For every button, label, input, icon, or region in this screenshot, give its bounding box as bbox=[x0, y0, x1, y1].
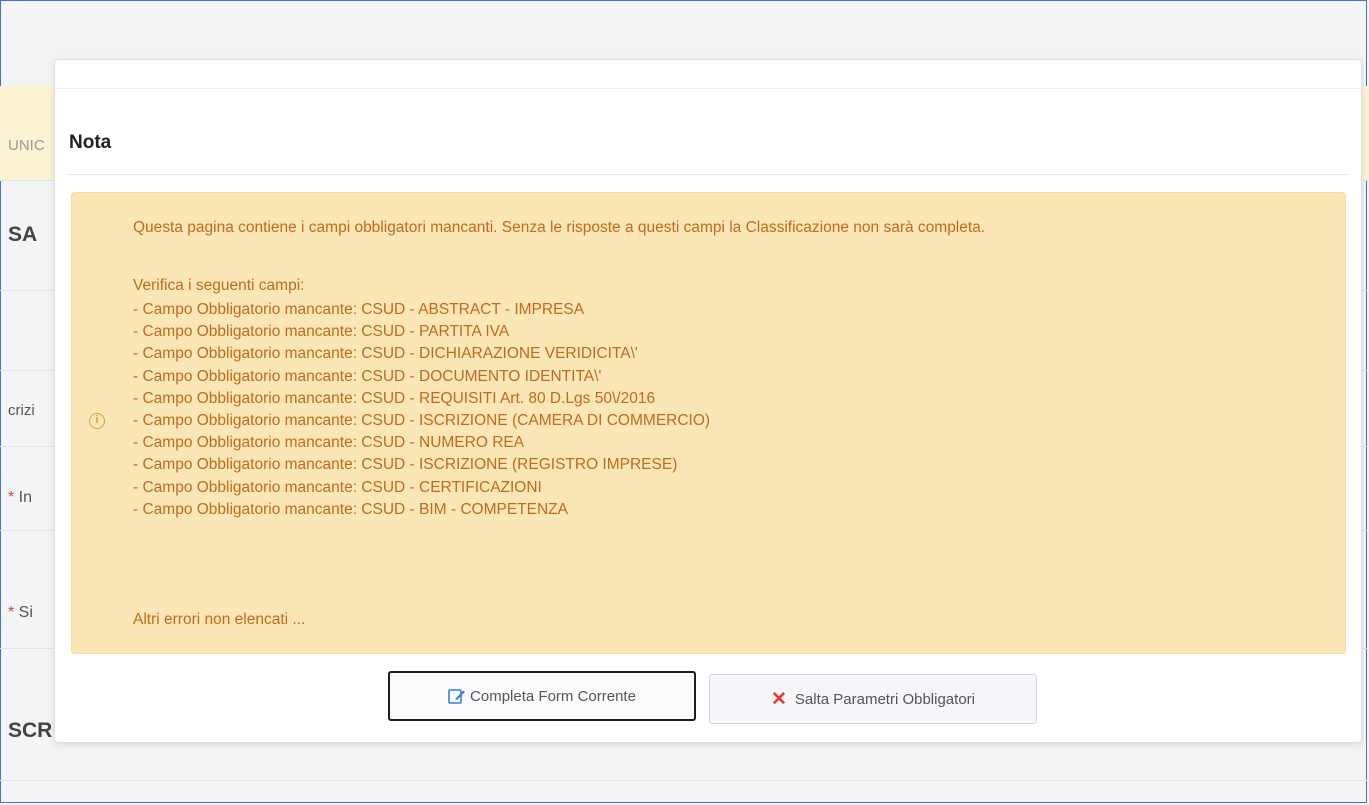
skip-required-params-button[interactable]: ✕ Salta Parametri Obbligatori bbox=[709, 674, 1037, 724]
missing-field-item: - Campo Obbligatorio mancante: CSUD - BI… bbox=[133, 500, 568, 518]
bg-required-field-fragment[interactable]: * Si bbox=[8, 604, 33, 622]
missing-field-item: - Campo Obbligatorio mancante: CSUD - DO… bbox=[133, 367, 602, 385]
missing-field-item: - Campo Obbligatorio mancante: CSUD - IS… bbox=[133, 411, 711, 429]
bg-column-header-fragment: UNIC bbox=[8, 137, 45, 154]
alert-intro-text: Questa pagina contiene i campi obbligato… bbox=[133, 219, 986, 236]
missing-field-item: - Campo Obbligatorio mancante: CSUD - NU… bbox=[133, 434, 525, 452]
alert-more-errors: Altri errori non elencati ... bbox=[133, 611, 306, 628]
bg-section-title-fragment: SCR bbox=[8, 719, 53, 742]
complete-form-button[interactable]: Completa Form Corrente bbox=[388, 671, 696, 721]
missing-field-item: - Campo Obbligatorio mancante: CSUD - CE… bbox=[133, 478, 542, 496]
warning-alert: i Questa pagina contiene i campi obbliga… bbox=[71, 192, 1346, 654]
bg-field-label-fragment: crizi bbox=[8, 402, 35, 419]
skip-required-params-label: Salta Parametri Obbligatori bbox=[794, 690, 975, 708]
close-x-icon: ✕ bbox=[770, 688, 787, 710]
complete-form-label: Completa Form Corrente bbox=[470, 687, 636, 705]
bg-required-field-fragment[interactable]: * In bbox=[8, 489, 32, 507]
missing-field-item: - Campo Obbligatorio mancante: CSUD - IS… bbox=[133, 456, 678, 474]
missing-field-item: - Campo Obbligatorio mancante: CSUD - RE… bbox=[133, 389, 656, 407]
missing-field-item: - Campo Obbligatorio mancante: CSUD - DI… bbox=[133, 345, 638, 363]
bg-divider bbox=[0, 780, 1369, 781]
info-circle-icon: i bbox=[89, 413, 105, 429]
edit-form-icon bbox=[448, 688, 466, 704]
missing-field-item: - Campo Obbligatorio mancante: CSUD - PA… bbox=[133, 323, 510, 341]
bg-field-label: In bbox=[14, 489, 33, 506]
modal-title-divider bbox=[67, 174, 1349, 175]
nota-modal: Nota i Questa pagina contiene i campi ob… bbox=[54, 59, 1362, 743]
modal-header-divider bbox=[55, 88, 1361, 89]
missing-fields-list: - Campo Obbligatorio mancante: CSUD - AB… bbox=[133, 299, 710, 521]
modal-title: Nota bbox=[69, 132, 112, 153]
missing-field-item: - Campo Obbligatorio mancante: CSUD - AB… bbox=[133, 301, 585, 318]
bg-field-label: Si bbox=[14, 604, 33, 621]
alert-verify-label: Verifica i seguenti campi: bbox=[133, 277, 305, 294]
bg-section-title-fragment: SA bbox=[8, 223, 38, 246]
